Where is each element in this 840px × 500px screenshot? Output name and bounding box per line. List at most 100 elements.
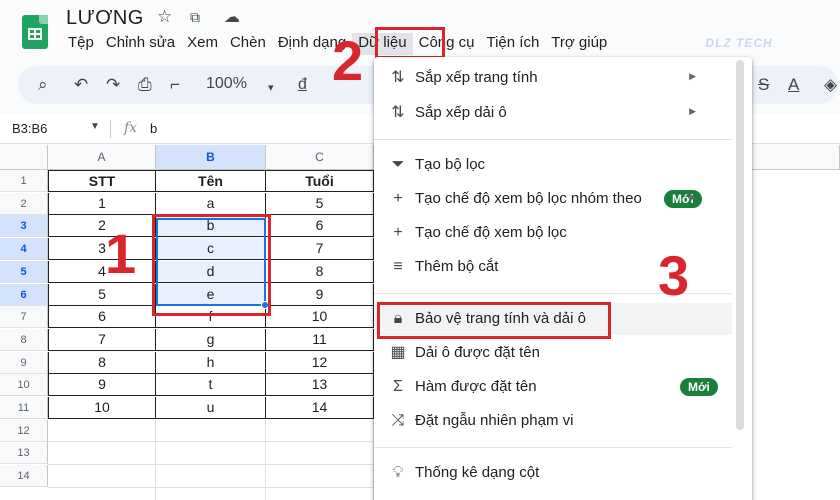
row-header[interactable]: 11 (0, 397, 48, 419)
submenu-arrow-icon: ▶ (689, 192, 696, 202)
table-cell[interactable]: 12 (266, 351, 374, 374)
table-cell[interactable]: 9 (48, 374, 156, 397)
row-header[interactable]: 8 (0, 328, 48, 351)
menu-item-named-ranges[interactable]: ▦ Dải ô được đặt tên (374, 337, 732, 369)
row-header[interactable]: 12 (0, 419, 48, 442)
select-all-corner[interactable] (0, 145, 48, 170)
table-cell[interactable]: 8 (48, 351, 156, 374)
table-cell[interactable]: 8 (266, 260, 374, 283)
step-1-number: 1 (105, 222, 137, 285)
menu-item-label: Thống kê dạng cột (415, 464, 540, 481)
print-icon[interactable]: ⎙ (138, 74, 152, 96)
plus-icon: + (393, 190, 403, 207)
star-icon[interactable]: ☆ (157, 7, 172, 27)
fill-color-icon[interactable]: ◈ (824, 74, 837, 96)
menu-item-label: Tạo chế độ xem bộ lọc (415, 224, 567, 241)
table-cell[interactable]: 13 (266, 374, 374, 397)
name-box-dropdown-icon[interactable]: ▼ (90, 121, 100, 132)
slicer-icon: ≡ (393, 258, 403, 275)
undo-icon[interactable]: ↶ (74, 74, 88, 96)
row-header[interactable]: 6 (0, 283, 48, 306)
table-cell[interactable]: t (156, 374, 266, 397)
table-cell[interactable]: 7 (266, 238, 374, 261)
table-cell[interactable]: Tuổi (266, 170, 374, 192)
menu-help[interactable]: Trợ giúp (545, 33, 613, 55)
sheets-logo-icon[interactable] (22, 15, 48, 49)
table-cell[interactable]: 1 (48, 192, 156, 215)
text-color-icon[interactable]: A (788, 74, 799, 96)
column-header-b[interactable]: B (156, 145, 266, 170)
gridline (155, 419, 156, 500)
menu-item-label: Đặt ngẫu nhiên phạm vi (415, 412, 574, 429)
table-cell[interactable]: 6 (48, 306, 156, 329)
table-cell[interactable]: a (156, 192, 266, 215)
menu-item-sort-sheet[interactable]: ⇅ Sắp xếp trang tính ▶ (374, 62, 732, 94)
menu-item-named-functions[interactable]: Σ Hàm được đặt tên Mới (374, 371, 732, 403)
formula-input[interactable]: b (150, 121, 157, 136)
table-cell[interactable]: 4 (48, 260, 156, 283)
submenu-arrow-icon: ▶ (689, 71, 696, 81)
table-cell[interactable]: g (156, 328, 266, 351)
table-cell[interactable]: 7 (48, 328, 156, 351)
menu-view[interactable]: Xem (181, 33, 224, 55)
app-window: LƯƠNG ☆ ⧉ ☁ DLZ TECH Tệp Chỉnh sửa Xem C… (0, 0, 840, 500)
table-cell[interactable]: 10 (48, 397, 156, 419)
menu-file[interactable]: Tệp (62, 33, 100, 55)
table-cell[interactable]: STT (48, 170, 156, 192)
redo-icon[interactable]: ↷ (106, 74, 120, 96)
fx-icon: fx (124, 120, 138, 136)
cloud-status-icon[interactable]: ☁ (224, 7, 240, 27)
menu-item-create-filter[interactable]: ⏷ Tạo bộ lọc (374, 149, 732, 181)
table-cell[interactable]: 14 (266, 397, 374, 419)
row-header[interactable]: 2 (0, 192, 48, 215)
zoom-dropdown-icon[interactable]: ▾ (268, 77, 274, 99)
menu-item-column-stats[interactable]: 💡︎ Thống kê dạng cột (374, 457, 732, 489)
table-cell[interactable]: 10 (266, 306, 374, 329)
menu-item-sort-range[interactable]: ⇅ Sắp xếp dải ô ▶ (374, 97, 732, 129)
table-cell[interactable]: 11 (266, 328, 374, 351)
row-header[interactable]: 14 (0, 465, 48, 488)
paint-format-icon[interactable]: ⌐ (170, 74, 180, 96)
table-cell[interactable]: 9 (266, 283, 374, 306)
table-cell[interactable]: 2 (48, 215, 156, 238)
document-title[interactable]: LƯƠNG (66, 7, 144, 30)
row-header[interactable]: 1 (0, 170, 48, 192)
table-cell[interactable]: Tên (156, 170, 266, 192)
gridline (265, 419, 266, 500)
plus-icon: + (393, 224, 403, 241)
strikethrough-icon[interactable]: S (758, 74, 769, 96)
menu-insert[interactable]: Chèn (224, 33, 272, 55)
table-cell[interactable]: 3 (48, 238, 156, 261)
menu-item-group-filter-view[interactable]: + Tạo chế độ xem bộ lọc nhóm theo Mới ▶ (374, 183, 732, 215)
row-header[interactable]: 4 (0, 238, 48, 261)
column-header-a[interactable]: A (48, 145, 156, 170)
menu-scrollbar[interactable] (736, 60, 744, 430)
new-badge: Mới (680, 378, 718, 396)
column-header-c[interactable]: C (266, 145, 374, 170)
move-folder-icon[interactable]: ⧉ (190, 9, 200, 26)
table-cell[interactable]: 6 (266, 215, 374, 238)
row-header[interactable]: 5 (0, 260, 48, 283)
row-header[interactable]: 9 (0, 351, 48, 374)
row-header[interactable]: 13 (0, 442, 48, 465)
currency-format-button[interactable]: đ (298, 74, 307, 96)
menu-item-label: Sắp xếp dải ô (415, 104, 507, 121)
menu-item-randomize-range[interactable]: ⤨ Đặt ngẫu nhiên phạm vi (374, 405, 732, 437)
menu-item-label: Tạo chế độ xem bộ lọc nhóm theo (415, 190, 642, 207)
row-header[interactable]: 10 (0, 374, 48, 397)
table-cell[interactable]: 5 (266, 192, 374, 215)
shuffle-icon: ⤨ (391, 412, 405, 429)
search-menus-icon[interactable]: ⌕ (38, 74, 48, 96)
table-cell[interactable]: h (156, 351, 266, 374)
row-header[interactable]: 3 (0, 215, 48, 238)
step-3-number: 3 (658, 244, 690, 307)
zoom-select[interactable]: 100% (206, 75, 247, 93)
table-cell[interactable]: 5 (48, 283, 156, 306)
step-1-highlight-box (152, 214, 271, 316)
menu-item-label: Tạo bộ lọc (415, 156, 486, 173)
table-cell[interactable]: u (156, 397, 266, 419)
menu-edit[interactable]: Chỉnh sửa (100, 33, 181, 55)
name-box[interactable]: B3:B6 (12, 121, 47, 136)
menu-extensions[interactable]: Tiện ích (480, 33, 545, 55)
row-header[interactable]: 7 (0, 306, 48, 329)
